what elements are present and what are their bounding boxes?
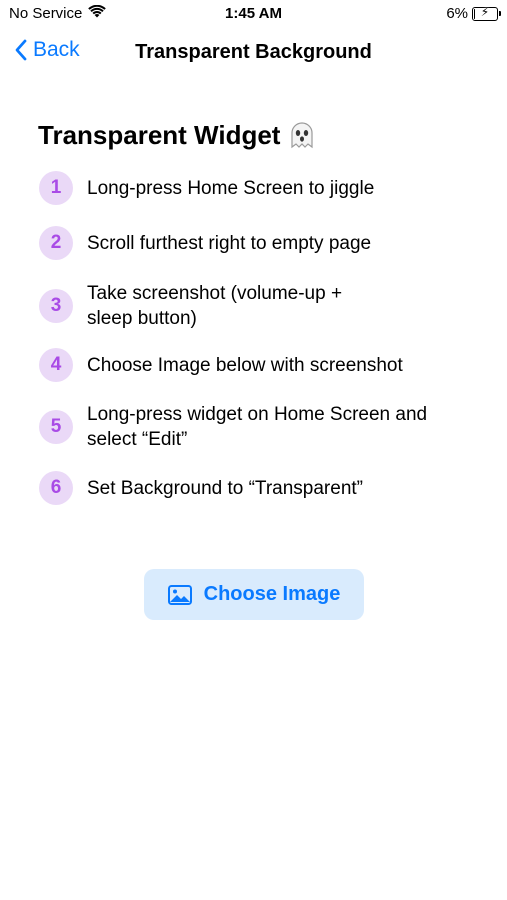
step-number-badge: 1	[39, 171, 73, 205]
step-text: Long-press widget on Home Screen and sel…	[87, 404, 428, 450]
status-right: 6% ⚡	[446, 5, 501, 22]
navigation-bar: Back Transparent Background	[0, 28, 507, 78]
status-time: 1:45 AM	[225, 5, 282, 22]
ghost-emoji-icon	[288, 121, 316, 149]
step-item: 4 Choose Image below with screenshot	[39, 348, 479, 382]
step-item: 3 Take screenshot (volume-up + sleep but…	[39, 281, 479, 331]
step-item: 2 Scroll furthest right to empty page	[39, 226, 479, 260]
step-number-badge: 5	[39, 410, 73, 444]
step-item: 6 Set Background to “Transparent”	[39, 471, 479, 505]
widget-title-text: Transparent Widget	[38, 119, 281, 150]
step-item: 1 Long-press Home Screen to jiggle	[39, 171, 479, 205]
battery-percent: 6%	[446, 5, 468, 22]
choose-image-label: Choose Image	[203, 583, 341, 605]
status-bar: No Service 1:45 AM 6% ⚡	[0, 0, 507, 28]
choose-image-button[interactable]: Choose Image	[144, 569, 364, 620]
photo-icon	[167, 584, 192, 605]
step-text: Take screenshot (volume-up + sleep butto…	[87, 283, 343, 329]
step-item: 5 Long-press widget on Home Screen and s…	[39, 402, 479, 452]
content: Transparent Widget	[38, 117, 478, 153]
page-title: Transparent Background	[135, 41, 372, 63]
step-text: Set Background to “Transparent”	[87, 477, 363, 499]
step-number-badge: 3	[39, 289, 73, 323]
step-number-badge: 6	[39, 471, 73, 505]
step-text: Long-press Home Screen to jiggle	[87, 177, 375, 199]
step-number-badge: 4	[39, 348, 73, 382]
step-number-badge: 2	[39, 226, 73, 260]
widget-title: Transparent Widget	[38, 117, 478, 153]
step-text: Scroll furthest right to empty page	[87, 232, 372, 254]
step-text: Choose Image below with screenshot	[87, 354, 403, 376]
battery-charging-icon: ⚡	[472, 5, 501, 21]
